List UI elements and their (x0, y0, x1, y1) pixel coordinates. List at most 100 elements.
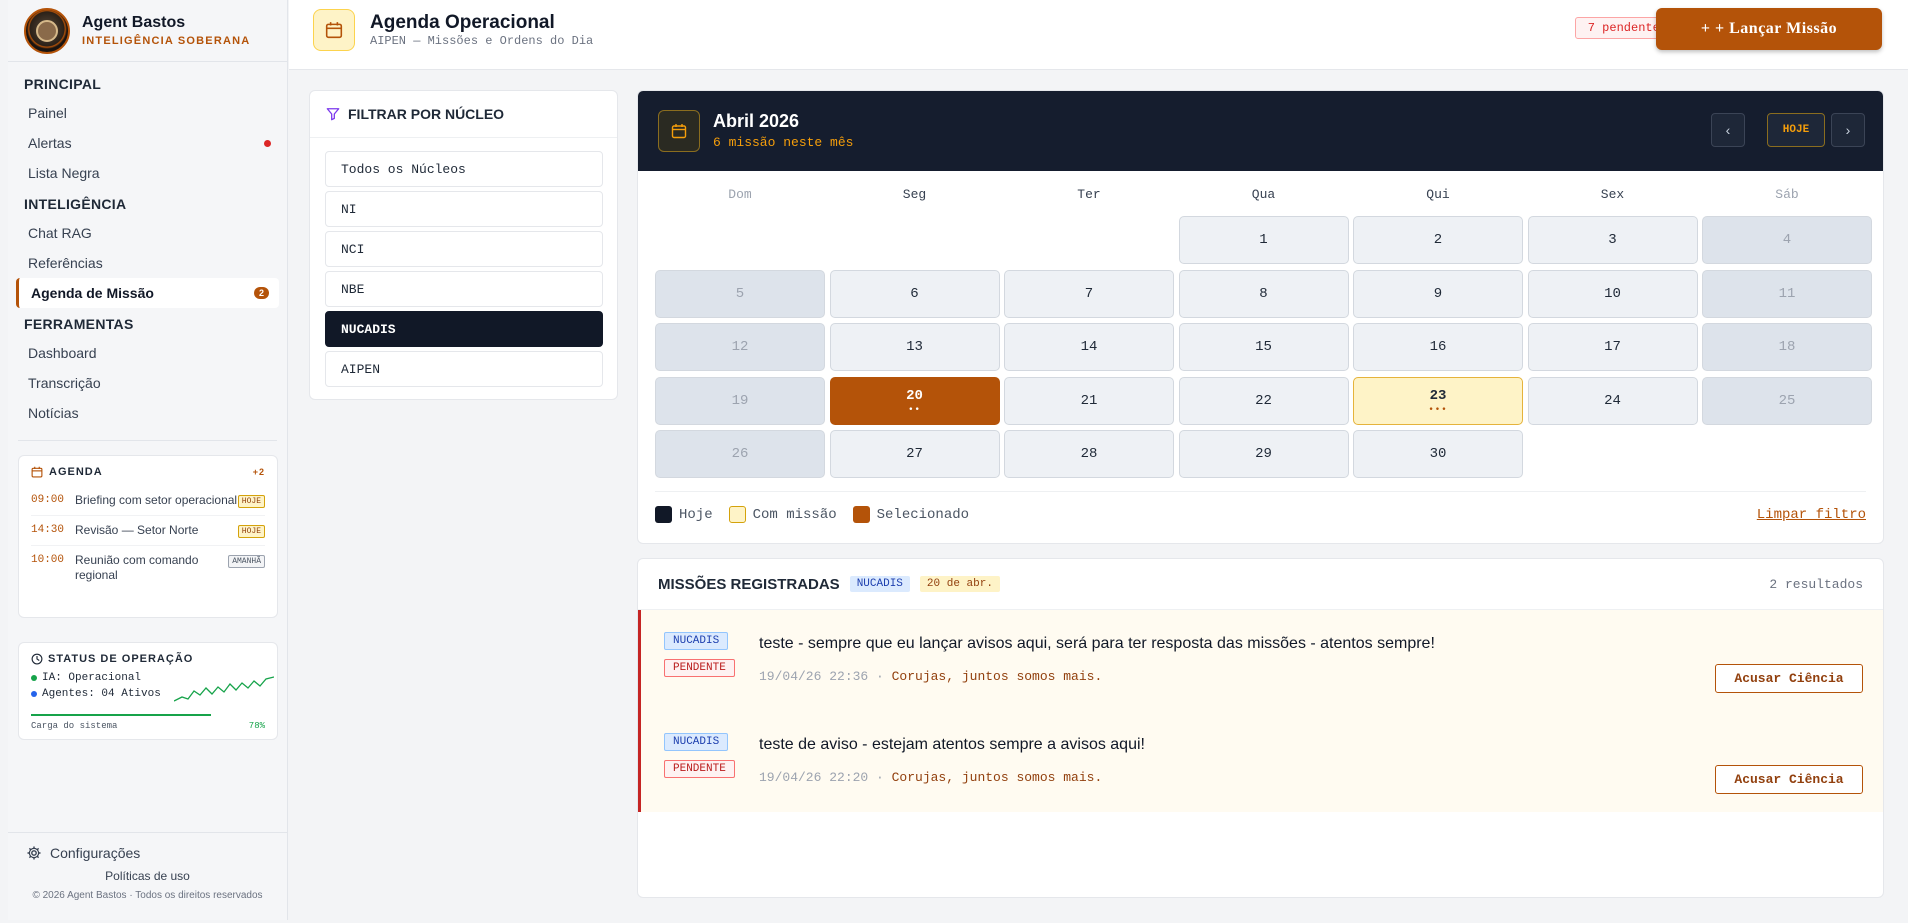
calendar-day[interactable]: 22 (1178, 376, 1349, 425)
sidebar-footer: Configurações Políticas de uso © 2026 Ag… (8, 832, 287, 901)
calendar-day[interactable]: 10 (1527, 269, 1698, 318)
calendar-day[interactable]: 26 (655, 430, 825, 478)
calendar-day[interactable]: 2 (1353, 216, 1523, 264)
page-subtitle: AIPEN — Missões e Ordens do Dia (370, 34, 594, 48)
mission-item: NUCADIS PENDENTE teste - sempre que eu l… (638, 610, 1883, 711)
calendar-day[interactable]: 8 (1178, 269, 1349, 318)
calendar-day[interactable]: 16 (1353, 323, 1523, 371)
calendar-day[interactable]: 12 (655, 323, 825, 371)
day-number: 10 (1604, 285, 1621, 302)
status-widget: STATUS DE OPERAÇÃO IA: Operacional Agent… (18, 642, 278, 740)
sidebar-item-dashboard[interactable]: Dashboard (8, 338, 287, 368)
calendar-day[interactable]: 3 (1527, 216, 1698, 264)
sidebar-item-referencias[interactable]: Referências (8, 248, 287, 278)
day-number: 6 (910, 285, 919, 302)
mission-signature: Corujas, juntos somos mais. (891, 669, 1103, 684)
calendar-day[interactable]: 28 (1004, 430, 1174, 478)
agenda-item[interactable]: 10:00 Reunião com comando regional AMANH… (31, 546, 265, 590)
clock-icon (31, 653, 43, 665)
sidebar-item-lista-negra[interactable]: Lista Negra (8, 158, 287, 188)
filter-option-nucadis[interactable]: NUCADIS (325, 311, 603, 347)
sidebar-item-label: Notícias (28, 405, 79, 421)
day-number: 5 (735, 285, 745, 302)
agenda-more-count[interactable]: +2 (253, 467, 265, 477)
filter-option-aipen[interactable]: AIPEN (325, 351, 603, 387)
calendar-day[interactable]: 11 (1702, 269, 1872, 318)
nav-section-title: INTELIGÊNCIA (24, 196, 127, 212)
acknowledge-button[interactable]: Acusar Ciência (1715, 765, 1863, 794)
calendar-day[interactable]: 15 (1178, 323, 1349, 371)
sidebar-item-chat-rag[interactable]: Chat RAG (8, 218, 287, 248)
calendar-day[interactable]: 19 (655, 376, 825, 425)
filter-title: FILTRAR POR NÚCLEO (348, 106, 505, 122)
sparkline-icon (174, 676, 274, 702)
calendar-day[interactable]: 9 (1353, 269, 1523, 318)
brand[interactable]: Agent Bastos INTELIGÊNCIA SOBERANA (8, 0, 287, 62)
calendar-day[interactable]: 1 (1178, 216, 1349, 264)
calendar-day[interactable]: 25 (1702, 376, 1872, 425)
calendar-day[interactable]: 30 (1353, 430, 1523, 478)
calendar-day[interactable]: 29 (1178, 430, 1349, 478)
sidebar-item-label: Alertas (28, 135, 72, 151)
system-load-label: Carga do sistema (31, 721, 118, 731)
mission-meta: 19/04/26 22:36 · Corujas, juntos somos m… (759, 669, 1103, 684)
day-number: 18 (1778, 339, 1796, 355)
agenda-title: Revisão — Setor Norte (75, 523, 199, 537)
agenda-item[interactable]: 14:30 Revisão — Setor Norte HOJE (31, 516, 265, 546)
calendar-icon (31, 466, 43, 478)
sidebar-item-alertas[interactable]: Alertas (8, 128, 287, 158)
nucleo-tag: NUCADIS (664, 733, 729, 751)
clear-filter-link[interactable]: Limpar filtro (1757, 507, 1866, 523)
acknowledge-button[interactable]: Acusar Ciência (1715, 664, 1863, 693)
calendar-day[interactable]: 18 (1702, 323, 1872, 371)
nucleo-filter-panel: FILTRAR POR NÚCLEO Todos os Núcleos NI N… (309, 90, 618, 400)
calendar-day[interactable]: 5 (655, 269, 825, 318)
chevron-left-icon: ‹ (1725, 122, 1731, 138)
page-title: Agenda Operacional (370, 12, 555, 33)
sidebar-item-noticias[interactable]: Notícias (8, 398, 287, 428)
calendar-day[interactable]: 20 •• (829, 376, 1000, 425)
policies-link[interactable]: Políticas de uso (8, 869, 287, 883)
prev-month-button[interactable]: ‹ (1711, 113, 1745, 147)
nav-section-title: PRINCIPAL (24, 76, 102, 92)
filter-option-ni[interactable]: NI (325, 191, 603, 227)
sidebar-item-agenda-de-missao[interactable]: Agenda de Missão 2 (16, 278, 279, 308)
calendar-icon (658, 110, 700, 152)
system-load-bar (31, 714, 211, 716)
calendar-day[interactable]: 21 (1004, 376, 1174, 425)
calendar-day[interactable]: 7 (1004, 269, 1174, 318)
calendar-day[interactable]: 24 (1527, 376, 1698, 425)
filter-option-nbe[interactable]: NBE (325, 271, 603, 307)
agenda-tag: AMANHÃ (228, 555, 265, 568)
day-number: 4 (1782, 232, 1792, 248)
calendar: Abril 2026 6 missão neste mês ‹ HOJE › D… (637, 90, 1884, 544)
filter-option-nci[interactable]: NCI (325, 231, 603, 267)
gear-icon (27, 846, 41, 860)
sidebar-item-painel[interactable]: Painel (8, 98, 287, 128)
sidebar-item-label: Agenda de Missão (31, 285, 154, 301)
day-number: 9 (1433, 285, 1443, 302)
day-number: 16 (1429, 339, 1447, 355)
page-header: Agenda Operacional AIPEN — Missões e Ord… (289, 0, 1908, 70)
sidebar-item-label: Referências (28, 255, 103, 271)
day-number: 3 (1608, 232, 1617, 248)
calendar-day[interactable]: 14 (1004, 323, 1174, 371)
calendar-day[interactable]: 6 (829, 269, 1000, 318)
launch-mission-button[interactable]: + + Lançar Missão (1656, 8, 1882, 50)
agenda-tag: HOJE (237, 495, 265, 508)
filter-option-todos[interactable]: Todos os Núcleos (325, 151, 603, 187)
today-button[interactable]: HOJE (1767, 113, 1825, 147)
day-number: 26 (731, 446, 749, 462)
calendar-day[interactable]: 27 (829, 430, 1000, 478)
weekday-label: Ter (1077, 187, 1101, 202)
sidebar-item-transcricao[interactable]: Transcrição (8, 368, 287, 398)
next-month-button[interactable]: › (1831, 113, 1865, 147)
agenda-item[interactable]: 09:00 Briefing com setor operacional HOJ… (31, 486, 265, 516)
status-info-dot-icon (31, 691, 37, 697)
settings-link[interactable]: Configurações (8, 833, 287, 861)
calendar-day[interactable]: 23 ••• (1353, 376, 1523, 425)
calendar-day[interactable]: 4 (1702, 216, 1872, 264)
calendar-header: Abril 2026 6 missão neste mês ‹ HOJE › (638, 91, 1883, 171)
calendar-day[interactable]: 17 (1527, 323, 1698, 371)
calendar-day[interactable]: 13 (829, 323, 1000, 371)
